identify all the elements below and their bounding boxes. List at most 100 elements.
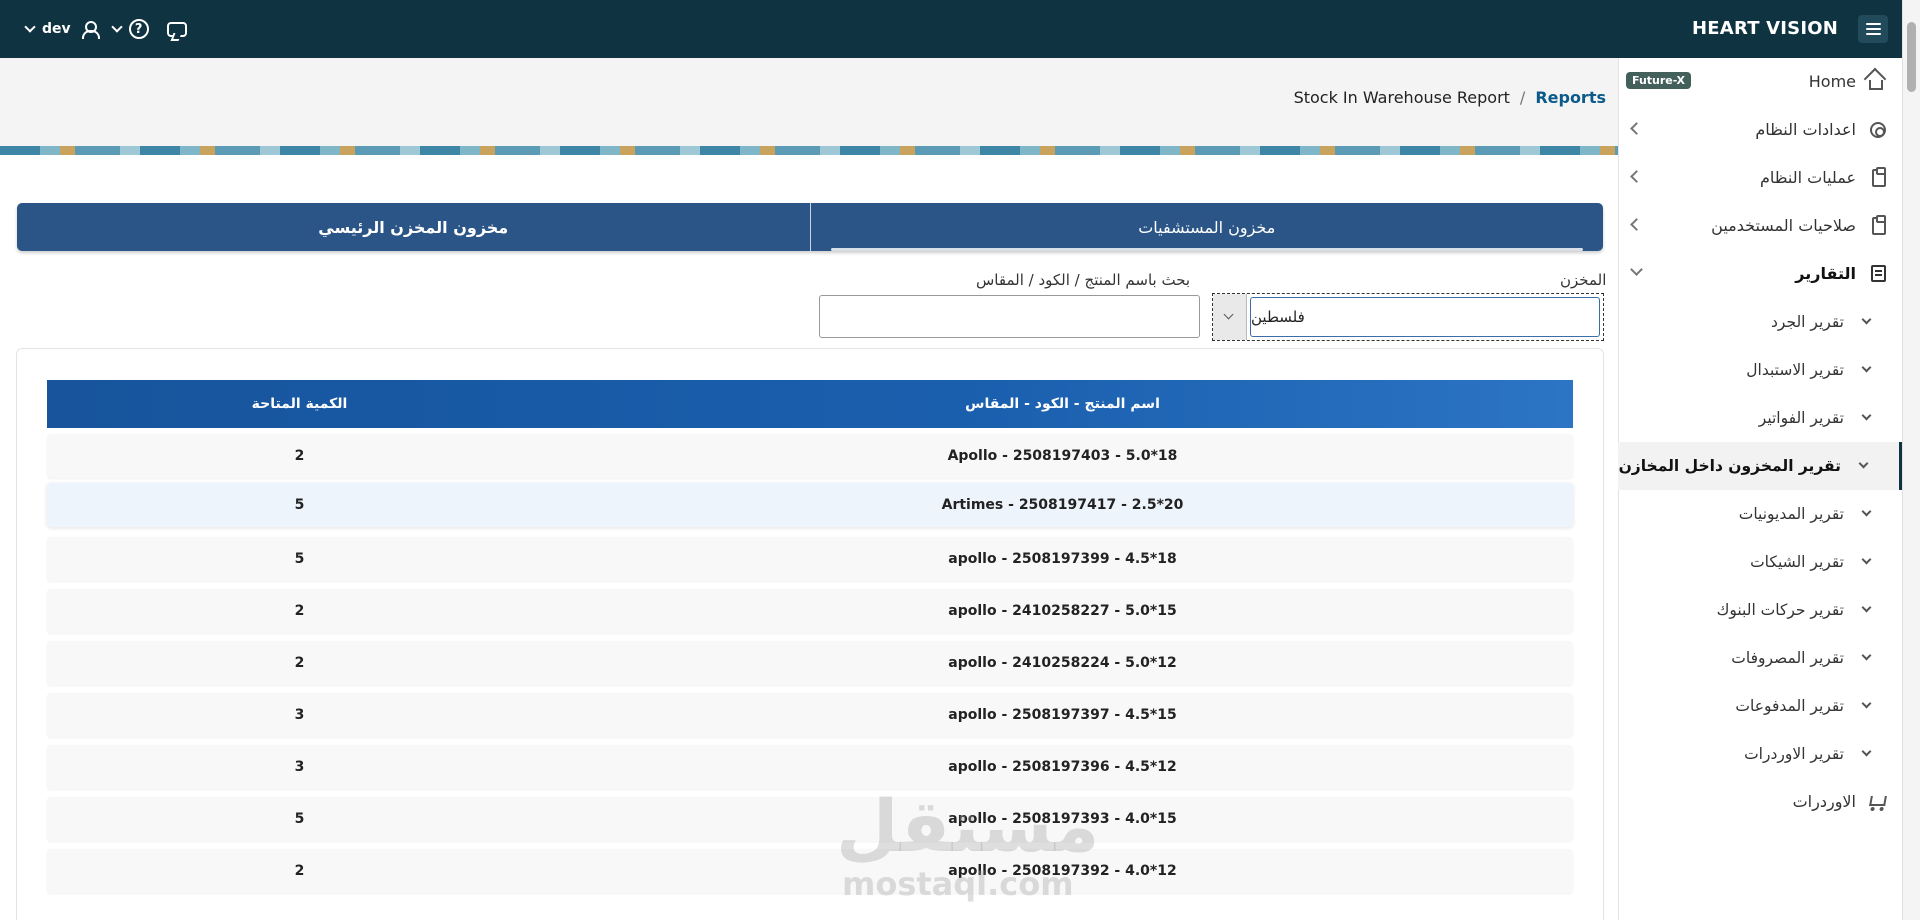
sidebar-item-label: Home [1808, 72, 1856, 91]
chevron-down-icon [1861, 650, 1872, 661]
sidebar-subitem-label: تقرير الشيكات [1750, 553, 1844, 571]
chevron-down-icon [1861, 506, 1872, 517]
breadcrumb-current: Stock In Warehouse Report [1293, 88, 1510, 107]
stock-tabs: مخزون المخزن الرئيسي مخزون المستشفيات [17, 203, 1603, 251]
table-row[interactable]: 2 apollo - 2508197392 - 4.0*12 [47, 849, 1573, 893]
sidebar-item-orders[interactable]: الاوردرات [1618, 778, 1902, 826]
sidebar-subitem-orders-report[interactable]: تقرير الاوردرات [1618, 730, 1902, 778]
breadcrumb-separator: / [1519, 88, 1526, 107]
chevron-down-icon[interactable] [24, 21, 36, 33]
future-x-badge: Future-X [1626, 72, 1691, 89]
search-label: بحث باسم المنتج / الكود / المقاس [976, 271, 1191, 289]
sidebar-item-system-operations[interactable]: عمليات النظام [1618, 154, 1902, 202]
home-icon [1869, 80, 1883, 90]
sidebar-item-label: صلاحيات المستخدمين [1711, 216, 1856, 235]
breadcrumb: Stock In Warehouse Report / Reports [1294, 88, 1606, 107]
sidebar-subitem-debts-report[interactable]: تقرير المديونيات [1618, 490, 1902, 538]
cell-qty: 2 [294, 603, 305, 619]
sidebar-subitem-label: تقرير الجرد [1771, 313, 1844, 331]
table-row[interactable]: 3 apollo - 2508197396 - 4.5*12 [47, 745, 1573, 789]
sidebar-subitem-label: تقرير حركات البنوك [1716, 601, 1844, 619]
chevron-down-icon [1858, 458, 1869, 469]
chevron-down-icon [1861, 314, 1872, 325]
chevron-left-icon[interactable] [1630, 122, 1643, 135]
menu-toggle-button[interactable] [1858, 15, 1888, 43]
help-icon[interactable]: ? [128, 19, 149, 39]
chevron-down-icon [1861, 554, 1872, 565]
page-header: Stock In Warehouse Report / Reports [0, 58, 1620, 146]
chevron-down-icon[interactable] [110, 21, 123, 33]
tab-hospitals[interactable]: مخزون المستشفيات [809, 203, 1604, 251]
user-controls: dev ? [24, 0, 187, 58]
sidebar-subitem-bank-movements-report[interactable]: تقرير حركات البنوك [1618, 586, 1902, 634]
search-input[interactable] [819, 295, 1200, 338]
chevron-left-icon[interactable] [1630, 218, 1643, 231]
sidebar-item-label: التقارير [1795, 264, 1856, 283]
cell-name: Apollo - 2508197403 - 5.0*18 [947, 448, 1178, 464]
sidebar-subitem-inventory-report[interactable]: تقرير الجرد [1618, 298, 1902, 346]
sidebar-item-home[interactable]: Home Future-X [1618, 58, 1902, 106]
chevron-down-icon [1861, 746, 1872, 757]
sidebar-subitem-label: تقرير المصروفات [1731, 649, 1844, 667]
table-row[interactable]: 3 apollo - 2508197397 - 4.5*15 [47, 693, 1573, 737]
brand-logo-text: HEART VISION [1692, 18, 1838, 39]
table-row[interactable]: 2 apollo - 2410258227 - 5.0*15 [47, 589, 1573, 633]
chat-icon[interactable] [166, 21, 187, 37]
sidebar-item-system-settings[interactable]: اعدادات النظام [1618, 106, 1902, 154]
column-header-name: اسم المنتج - الكود - المقاس [965, 396, 1160, 412]
chevron-left-icon[interactable] [1630, 170, 1643, 183]
sidebar-subitem-label: تقرير الاوردرات [1744, 745, 1844, 763]
cell-qty: 5 [294, 497, 305, 513]
username[interactable]: dev [42, 21, 71, 37]
chevron-down-icon [1861, 362, 1872, 373]
sidebar-subitem-label: تقرير الفواتير [1758, 409, 1844, 427]
sidebar-item-user-permissions[interactable]: صلاحيات المستخدمين [1618, 202, 1902, 250]
chevron-down-icon[interactable] [1213, 294, 1247, 340]
tab-main-store[interactable]: مخزون المخزن الرئيسي [17, 203, 810, 251]
sidebar-subitem-label: تقرير الاستبدال [1746, 361, 1844, 379]
sidebar-subitem-cheques-report[interactable]: تقرير الشيكات [1618, 538, 1902, 586]
watermark-logo: مستقل [836, 784, 1100, 868]
sidebar-item-reports[interactable]: التقارير [1618, 250, 1902, 298]
cell-qty: 3 [294, 759, 305, 775]
cart-icon [1869, 796, 1887, 806]
cell-name: apollo - 2410258224 - 5.0*12 [948, 655, 1177, 671]
cell-qty: 5 [294, 551, 305, 567]
table-row[interactable]: 2 Apollo - 2508197403 - 5.0*18 [47, 434, 1573, 478]
sidebar-subitem-label: تقرير المخزون داخل المخازن [1618, 457, 1841, 475]
hamburger-icon [1865, 23, 1881, 25]
clipboard-icon [1872, 167, 1886, 187]
table-row[interactable]: 5 apollo - 2508197399 - 4.5*18 [47, 537, 1573, 581]
decorative-banner [0, 146, 1620, 155]
page-scrollbar[interactable] [1902, 0, 1920, 920]
sidebar-subitem-invoices-report[interactable]: تقرير الفواتير [1618, 394, 1902, 442]
store-select-value[interactable]: فلسطين [1250, 297, 1600, 337]
sidebar-subitem-label: تقرير المديونيات [1738, 505, 1844, 523]
sidebar-subitem-stock-in-warehouse-report[interactable]: تقرير المخزون داخل المخازن [1618, 442, 1902, 490]
store-select[interactable]: فلسطين [1212, 293, 1604, 341]
chevron-down-icon[interactable] [1630, 263, 1643, 276]
scrollbar-thumb[interactable] [1907, 22, 1916, 92]
sidebar-subitem-label: تقرير المدفوعات [1735, 697, 1844, 715]
store-label: المخزن [1560, 271, 1607, 289]
sidebar-subitem-payments-report[interactable]: تقرير المدفوعات [1618, 682, 1902, 730]
breadcrumb-reports-link[interactable]: Reports [1535, 88, 1606, 107]
sidebar: Home Future-X اعدادات النظام عمليات النظ… [1618, 58, 1902, 920]
cell-name: apollo - 2410258227 - 5.0*15 [948, 603, 1177, 619]
cell-qty: 3 [294, 707, 305, 723]
sidebar-item-label: اعدادات النظام [1755, 120, 1856, 139]
cell-name: Artimes - 2508197417 - 2.5*20 [941, 497, 1184, 513]
top-navbar: dev ? HEART VISION [0, 0, 1920, 58]
watermark-url: mostaql.com [842, 865, 1074, 903]
table-row[interactable]: 2 apollo - 2410258224 - 5.0*12 [47, 641, 1573, 685]
sidebar-item-label: الاوردرات [1792, 792, 1856, 811]
cell-name: apollo - 2508197397 - 4.5*15 [948, 707, 1177, 723]
user-icon[interactable] [81, 20, 100, 39]
sidebar-subitem-replacement-report[interactable]: تقرير الاستبدال [1618, 346, 1902, 394]
sidebar-subitem-expenses-report[interactable]: تقرير المصروفات [1618, 634, 1902, 682]
clipboard-lock-icon [1872, 215, 1886, 235]
stock-table-card: الكمية المتاحة اسم المنتج - الكود - المق… [16, 348, 1604, 920]
table-row[interactable]: 5 apollo - 2508197393 - 4.0*15 [47, 797, 1573, 841]
table-row[interactable]: 5 Artimes - 2508197417 - 2.5*20 [47, 483, 1573, 527]
cell-qty: 2 [294, 448, 305, 464]
